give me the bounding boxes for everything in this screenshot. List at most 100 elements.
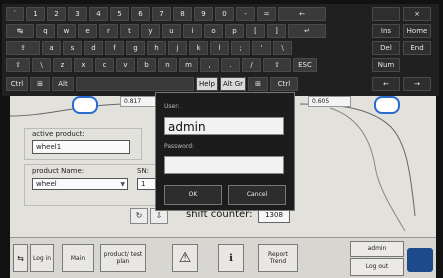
key[interactable]: [ xyxy=(246,24,265,38)
product-name-select[interactable]: wheel ▼ xyxy=(32,178,128,190)
key[interactable]: ↹ xyxy=(6,24,34,38)
key[interactable]: m xyxy=(179,58,198,72)
key[interactable]: ` xyxy=(6,7,24,21)
ok-button[interactable]: OK xyxy=(164,185,222,205)
main-button[interactable]: Main xyxy=(62,244,94,272)
key[interactable]: e xyxy=(78,24,97,38)
key[interactable]: - xyxy=(236,7,255,21)
key[interactable]: Ins xyxy=(372,24,400,38)
key[interactable]: ⇧ xyxy=(6,58,30,72)
refresh-button[interactable]: ↻ xyxy=(130,208,148,224)
login-icon: ⇆ xyxy=(17,253,24,263)
key[interactable]: 9 xyxy=(194,7,213,21)
key[interactable]: g xyxy=(126,41,145,55)
product-test-plan-button[interactable]: product/ test plan xyxy=(100,244,146,272)
key[interactable]: q xyxy=(36,24,55,38)
key[interactable]: ↵ xyxy=(288,24,326,38)
key[interactable]: a xyxy=(42,41,61,55)
key[interactable]: u xyxy=(162,24,181,38)
sn-label: SN: xyxy=(137,167,150,175)
key[interactable]: h xyxy=(147,41,166,55)
key[interactable]: ESC xyxy=(293,58,317,72)
active-product-label: active product: xyxy=(32,130,85,138)
key[interactable]: 2 xyxy=(47,7,66,21)
key[interactable]: c xyxy=(95,58,114,72)
key[interactable]: Help xyxy=(196,77,218,91)
key[interactable]: ' xyxy=(252,41,271,55)
key[interactable]: r xyxy=(99,24,118,38)
key[interactable]: Alt Gr xyxy=(220,77,246,91)
info-icon: ℹ xyxy=(229,252,233,264)
key[interactable]: ⊞ xyxy=(248,77,268,91)
key[interactable]: s xyxy=(63,41,82,55)
right-probe-indicator xyxy=(374,96,400,114)
key[interactable]: 3 xyxy=(68,7,87,21)
key[interactable]: k xyxy=(189,41,208,55)
key[interactable]: o xyxy=(204,24,223,38)
key[interactable]: = xyxy=(257,7,276,21)
key[interactable]: Alt xyxy=(52,77,74,91)
key[interactable]: x xyxy=(74,58,93,72)
login-icon-button[interactable]: ⇆ xyxy=(13,244,28,272)
key[interactable]: i xyxy=(183,24,202,38)
key[interactable]: ] xyxy=(267,24,286,38)
cancel-button[interactable]: Cancel xyxy=(228,185,286,205)
key[interactable]: \ xyxy=(273,41,292,55)
key[interactable]: p xyxy=(225,24,244,38)
key[interactable]: Num xyxy=(372,58,400,72)
warning-icon: ⚠ xyxy=(178,249,192,266)
login-dialog: User: admin Password: OK Cancel xyxy=(155,92,295,211)
key[interactable]: Del xyxy=(372,41,400,55)
key[interactable]: z xyxy=(53,58,72,72)
login-button[interactable]: Log in xyxy=(30,244,54,272)
key[interactable]: y xyxy=(141,24,160,38)
key[interactable]: ; xyxy=(231,41,250,55)
key[interactable]: Ctrl xyxy=(6,77,28,91)
key[interactable]: ⇪ xyxy=(6,41,40,55)
bottom-toolbar: ⇆ Log in Main product/ test plan ⚠ ℹ Rep… xyxy=(10,237,436,278)
password-field[interactable] xyxy=(164,156,284,174)
key[interactable]: / xyxy=(242,58,261,72)
key[interactable]: b xyxy=(137,58,156,72)
key[interactable]: f xyxy=(105,41,124,55)
key[interactable]: × xyxy=(403,7,431,21)
logout-button[interactable]: Log out xyxy=(350,258,404,276)
key[interactable]: 0 xyxy=(215,7,234,21)
key[interactable]: n xyxy=(158,58,177,72)
right-readout: 0.605 xyxy=(308,96,351,107)
key[interactable]: Home xyxy=(403,24,431,38)
key[interactable]: \ xyxy=(32,58,51,72)
password-label: Password: xyxy=(164,143,195,150)
key[interactable]: 5 xyxy=(110,7,129,21)
key[interactable] xyxy=(372,7,400,21)
key[interactable]: ⊞ xyxy=(30,77,50,91)
key[interactable]: d xyxy=(84,41,103,55)
key[interactable]: , xyxy=(200,58,219,72)
key[interactable]: t xyxy=(120,24,139,38)
warning-button[interactable]: ⚠ xyxy=(172,244,198,272)
key[interactable]: 6 xyxy=(131,7,150,21)
key[interactable]: ← xyxy=(372,77,400,91)
key[interactable]: ← xyxy=(278,7,326,21)
key[interactable]: v xyxy=(116,58,135,72)
report-trend-button[interactable]: Report Trend xyxy=(258,244,298,272)
key[interactable]: w xyxy=(57,24,76,38)
key[interactable]: ⇧ xyxy=(263,58,291,72)
key[interactable]: End xyxy=(403,41,431,55)
screen: ` 1 2 3 4 5 6 7 8 9 0- = ← ↹ q w e r t y u i o p[] ↵ ⇪ a s d f g h j k l; '… xyxy=(0,0,443,278)
key[interactable]: → xyxy=(403,77,431,91)
on-screen-keyboard: ` 1 2 3 4 5 6 7 8 9 0- = ← ↹ q w e r t y u i o p[] ↵ ⇪ a s d f g h j k l; '… xyxy=(2,4,439,96)
key[interactable]: Ctrl xyxy=(270,77,298,91)
key[interactable]: . xyxy=(221,58,240,72)
active-product-field[interactable]: wheel1 xyxy=(32,140,130,154)
key[interactable]: 8 xyxy=(173,7,192,21)
info-button[interactable]: ℹ xyxy=(218,244,244,272)
key[interactable]: 4 xyxy=(89,7,108,21)
key[interactable]: 7 xyxy=(152,7,171,21)
chevron-down-icon: ▼ xyxy=(120,181,125,188)
key[interactable] xyxy=(76,77,194,91)
key[interactable]: l xyxy=(210,41,229,55)
key[interactable]: 1 xyxy=(26,7,45,21)
key[interactable]: j xyxy=(168,41,187,55)
user-field[interactable]: admin xyxy=(164,117,284,135)
